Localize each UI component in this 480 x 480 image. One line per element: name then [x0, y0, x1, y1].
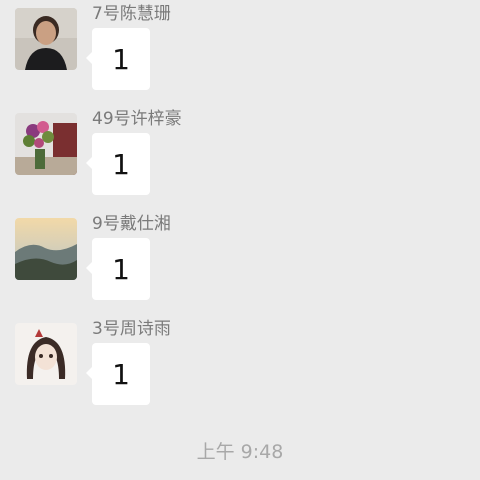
message-row: 49号许梓豪 1 [0, 109, 480, 213]
sender-name: 49号许梓豪 [92, 109, 182, 129]
message-bubble[interactable]: 1 [86, 238, 150, 300]
avatar-flower-bouquet[interactable] [15, 113, 77, 175]
chat-window: 7号陈慧珊 1 49号许梓豪 1 9号戴仕湘 1 3号周诗雨 1 上午 9:48 [0, 0, 480, 480]
sender-name: 7号陈慧珊 [92, 4, 171, 24]
message-bubble[interactable]: 1 [86, 133, 150, 195]
sender-name: 3号周诗雨 [92, 319, 171, 339]
message-row: 9号戴仕湘 1 [0, 214, 480, 318]
sender-name: 9号戴仕湘 [92, 214, 171, 234]
message-bubble[interactable]: 1 [86, 343, 150, 405]
avatar-anime-character[interactable] [15, 323, 77, 385]
message-bubble[interactable]: 1 [86, 28, 150, 90]
avatar-woman-portrait[interactable] [15, 8, 77, 70]
message-row: 7号陈慧珊 1 [0, 4, 480, 108]
message-row: 3号周诗雨 1 [0, 319, 480, 423]
avatar-mountain-landscape[interactable] [15, 218, 77, 280]
timestamp: 上午 9:48 [196, 441, 284, 463]
